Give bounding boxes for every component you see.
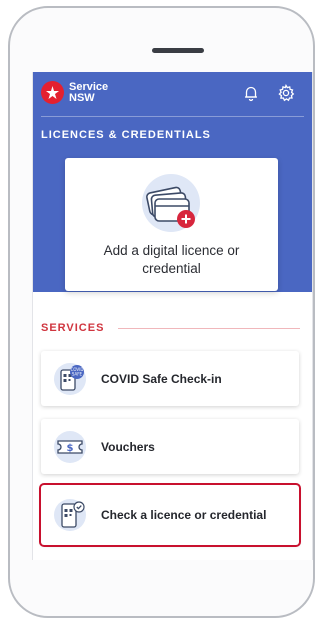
- home-indicator-area: [32, 560, 313, 584]
- app-screen: Service NSW LICENCES & CREDENTIALS Add a…: [32, 72, 313, 560]
- service-label: COVID Safe Check-in: [101, 371, 222, 386]
- brand-line-1: Service: [69, 80, 109, 93]
- service-covid-check-in[interactable]: COVID SAFE COVID Safe Check-in: [41, 351, 299, 406]
- add-licence-card[interactable]: Add a digital licence or credential: [65, 158, 278, 291]
- add-licence-label: Add a digital licence or credential: [103, 243, 240, 276]
- add-cards-icon: [140, 172, 202, 234]
- licences-section-title: LICENCES & CREDENTIALS: [41, 129, 211, 141]
- service-nsw-logo: Service NSW: [41, 81, 108, 104]
- service-vouchers[interactable]: $ Vouchers: [41, 419, 299, 474]
- waratah-logo-icon: [41, 81, 64, 104]
- phone-check-icon: [53, 498, 87, 532]
- covid-safe-qr-icon: COVID SAFE: [53, 362, 87, 396]
- app-header: Service NSW: [33, 72, 312, 117]
- service-label: Vouchers: [101, 439, 155, 454]
- bell-icon[interactable]: [242, 84, 260, 102]
- services-section-title: SERVICES: [41, 322, 105, 334]
- service-check-licence[interactable]: Check a licence or credential: [41, 485, 299, 545]
- service-label: Check a licence or credential: [101, 508, 267, 522]
- brand-line-2: NSW: [69, 91, 95, 104]
- brand-name: Service NSW: [69, 80, 109, 104]
- phone-speaker: [152, 48, 204, 53]
- svg-text:SAFE: SAFE: [72, 371, 83, 376]
- voucher-ticket-icon: $: [53, 430, 87, 464]
- svg-text:$: $: [67, 443, 74, 454]
- header-divider: [41, 116, 304, 117]
- gear-icon[interactable]: [277, 83, 295, 102]
- services-divider: [118, 328, 300, 329]
